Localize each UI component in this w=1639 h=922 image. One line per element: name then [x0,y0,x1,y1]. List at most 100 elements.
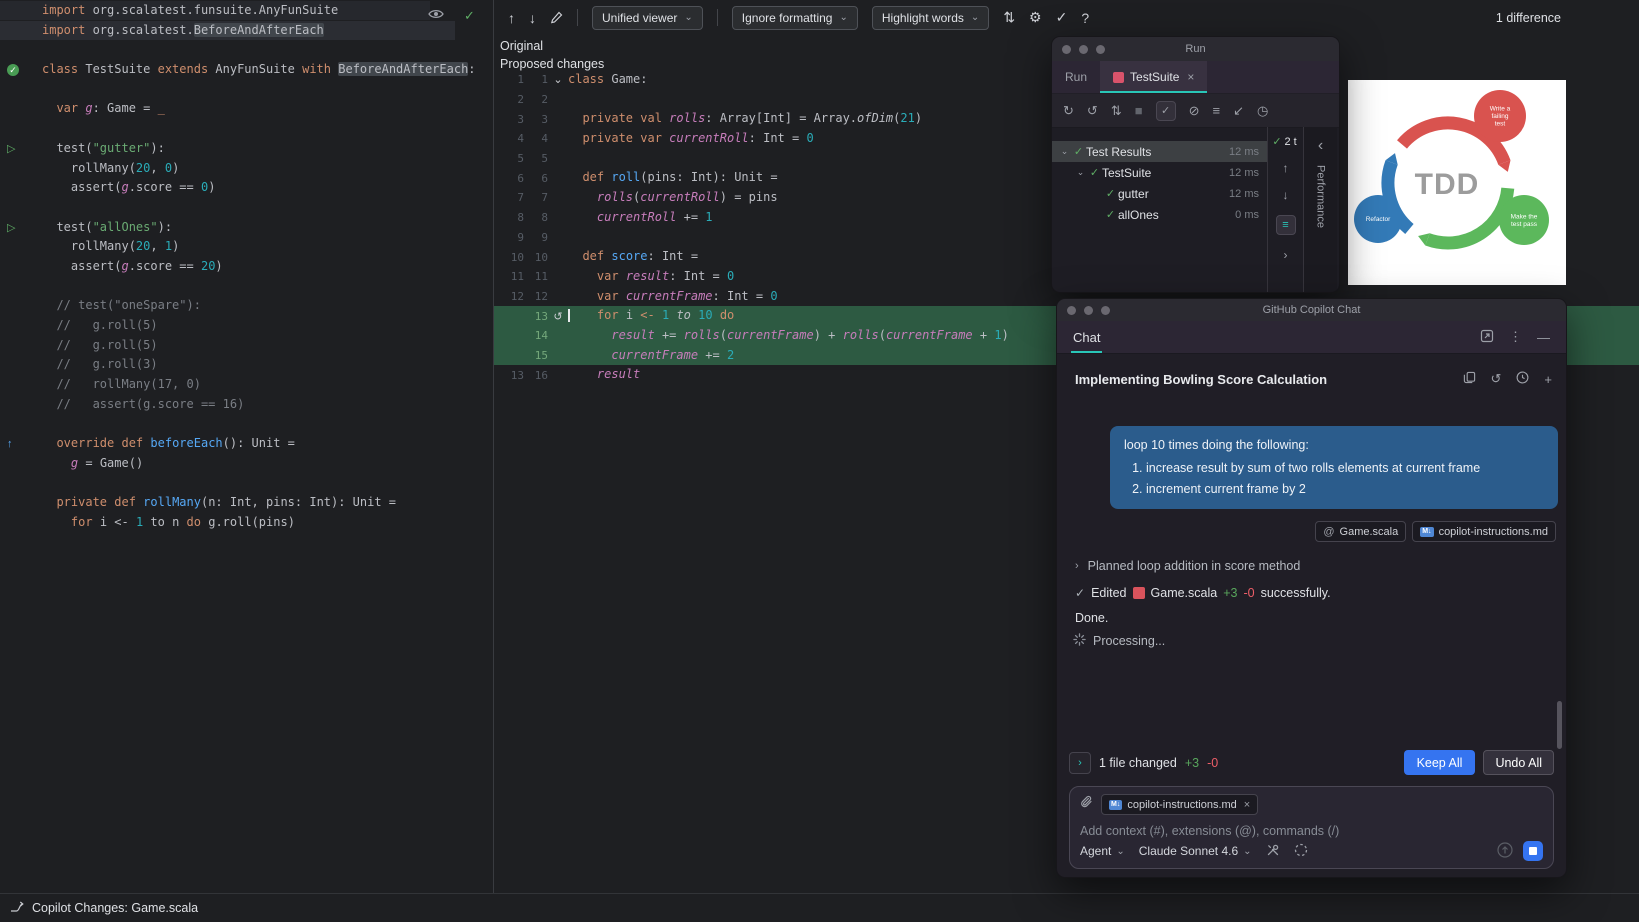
code-line[interactable] [0,40,493,60]
run-all-gutter-icon[interactable]: ✓ [7,63,19,76]
close-tab-icon[interactable]: × [1187,70,1194,84]
paperclip-icon[interactable] [1080,795,1093,814]
copy-thread-icon[interactable] [1463,371,1476,387]
code-line[interactable]: for i <- 1 to n do g.roll(pins) [0,513,493,533]
zoom-window-dot[interactable] [1101,305,1110,315]
show-ignored-filter-icon[interactable]: ⊘ [1189,103,1200,119]
close-window-dot[interactable] [1062,44,1071,54]
override-gutter-icon[interactable]: ↑ [7,438,13,450]
code-line[interactable]: // g.roll(5) [0,316,493,336]
edit-pencil-icon[interactable] [550,11,563,24]
tab-performance[interactable]: Performance [1315,165,1327,228]
test-tree-item[interactable]: ⌄ ✓ Test Results 12 ms [1052,141,1267,162]
open-in-editor-icon[interactable] [1480,329,1494,346]
stop-icon[interactable]: ■ [1135,103,1143,118]
rerun-failed-icon[interactable]: ↺ [1087,103,1098,119]
status-bar-text[interactable]: Copilot Changes: Game.scala [32,901,198,915]
code-line[interactable]: ↑ override def beforeEach(): Unit = [0,434,493,454]
test-options-icon[interactable]: ≡ [1275,215,1296,235]
test-tree-item[interactable]: ✓ gutter 12 ms [1052,183,1267,204]
code-line[interactable] [0,414,493,434]
code-line[interactable]: // g.roll(5) [0,336,493,356]
code-line[interactable]: import org.scalatest.funsuite.AnyFunSuit… [0,1,493,21]
settings-gear-icon[interactable]: ⚙ [1029,9,1042,26]
model-select[interactable]: Claude Sonnet 4.6 ⌄ [1139,844,1252,858]
window-control-dots[interactable] [1067,305,1110,315]
usage-circle-icon[interactable] [1294,843,1308,860]
highlight-mode-select[interactable]: Highlight words ⌄ [871,5,990,30]
undo-icon[interactable]: ↺ [1491,371,1502,387]
rerun-tests-icon[interactable]: ↻ [1063,103,1074,119]
tab-testsuite[interactable]: TestSuite × [1100,61,1208,93]
code-line[interactable]: // assert(g.score == 16) [0,395,493,415]
code-line[interactable]: // g.roll(3) [0,355,493,375]
code-line[interactable]: ▷ test("allOnes"): [0,218,493,238]
code-line[interactable]: // rollMany(17, 0) [0,375,493,395]
tools-icon[interactable] [1266,843,1280,860]
fold-icon[interactable]: ⌄ [548,73,568,86]
chevron-down-icon[interactable]: ⌄ [1074,167,1087,178]
code-line[interactable]: g = Game() [0,454,493,474]
test-suite-editor[interactable]: import org.scalatest.funsuite.AnyFunSuit… [0,0,493,893]
code-line[interactable] [0,80,493,100]
chat-input-box[interactable]: M↓ copilot-instructions.md × Add context… [1069,786,1554,869]
run-test-gutter-icon[interactable]: ▷ [7,221,15,234]
no-problems-check-icon[interactable]: ✓ [464,8,475,24]
tab-chat[interactable]: Chat [1070,321,1103,353]
code-line[interactable]: rollMany(20, 1) [0,237,493,257]
chevron-down-icon[interactable]: ⌄ [1058,146,1071,157]
collapse-unchanged-icon[interactable]: ⇅ [1003,9,1015,26]
code-line[interactable] [0,474,493,494]
import-test-results-icon[interactable]: ↙ [1233,103,1244,119]
sort-tests-icon[interactable]: ≡ [1212,103,1220,118]
previous-difference-icon[interactable]: ↑ [508,10,515,26]
collapsed-step[interactable]: › Planned loop addition in score method [1075,559,1300,573]
chat-scrollbar[interactable] [1557,701,1562,749]
previous-test-icon[interactable]: ↑ [1283,161,1289,175]
eye-icon[interactable] [428,7,444,25]
code-line[interactable]: var g: Game = _ [0,99,493,119]
code-line[interactable] [0,277,493,297]
code-line[interactable]: ✓ class TestSuite extends AnyFunSuite wit… [0,60,493,80]
toggle-auto-test-icon[interactable]: ⇅ [1111,103,1122,119]
minimize-window-dot[interactable] [1079,44,1088,54]
viewer-mode-select[interactable]: Unified viewer ⌄ [592,5,703,30]
test-tree-item[interactable]: ⌄ ✓ TestSuite 12 ms [1052,162,1267,183]
attached-file-chip[interactable]: M↓ copilot-instructions.md × [1101,794,1259,815]
send-icon[interactable] [1497,841,1513,861]
keep-all-button[interactable]: Keep All [1403,750,1476,775]
undo-all-button[interactable]: Undo All [1483,750,1554,775]
show-passed-filter-icon[interactable]: ✓ [1155,100,1176,121]
chat-input[interactable]: Add context (#), extensions (@), command… [1080,824,1543,838]
close-window-dot[interactable] [1067,305,1076,315]
window-control-dots[interactable] [1062,44,1105,54]
context-chip[interactable]: M↓ copilot-instructions.md [1412,521,1556,542]
minimize-window-dot[interactable] [1084,305,1093,315]
expand-changes-icon[interactable]: › [1069,751,1091,774]
test-tree-item[interactable]: ✓ allOnes 0 ms [1052,204,1267,225]
agent-mode-select[interactable]: Agent ⌄ [1080,844,1125,858]
code-line[interactable]: ▷ test("gutter"): [0,139,493,159]
code-line[interactable] [0,119,493,139]
context-chip[interactable]: @ Game.scala [1315,521,1407,542]
edited-file-name[interactable]: Game.scala [1151,586,1218,600]
history-clock-icon[interactable] [1516,371,1529,387]
code-line[interactable]: assert(g.score == 0) [0,178,493,198]
new-chat-icon[interactable]: + [1544,372,1552,387]
collapse-strip-icon[interactable]: ‹ [1318,137,1323,155]
remove-attachment-icon[interactable]: × [1244,799,1250,811]
kebab-menu-icon[interactable]: ⋮ [1509,329,1522,345]
expand-panel-icon[interactable]: › [1284,248,1288,262]
run-window-titlebar[interactable]: Run [1052,37,1339,61]
formatting-mode-select[interactable]: Ignore formatting ⌄ [731,5,858,30]
code-line[interactable]: // test("oneSpare"): [0,296,493,316]
code-line[interactable] [0,198,493,218]
next-test-icon[interactable]: ↓ [1283,188,1289,202]
stop-generating-button[interactable] [1523,841,1543,861]
next-difference-icon[interactable]: ↓ [529,10,536,26]
zoom-window-dot[interactable] [1096,44,1105,54]
code-line[interactable]: import org.scalatest.BeforeAndAfterEach [0,21,493,41]
rollback-icon[interactable]: ↺ [548,310,568,323]
code-line[interactable]: assert(g.score == 20) [0,257,493,277]
code-line[interactable]: private def rollMany(n: Int, pins: Int):… [0,493,493,513]
